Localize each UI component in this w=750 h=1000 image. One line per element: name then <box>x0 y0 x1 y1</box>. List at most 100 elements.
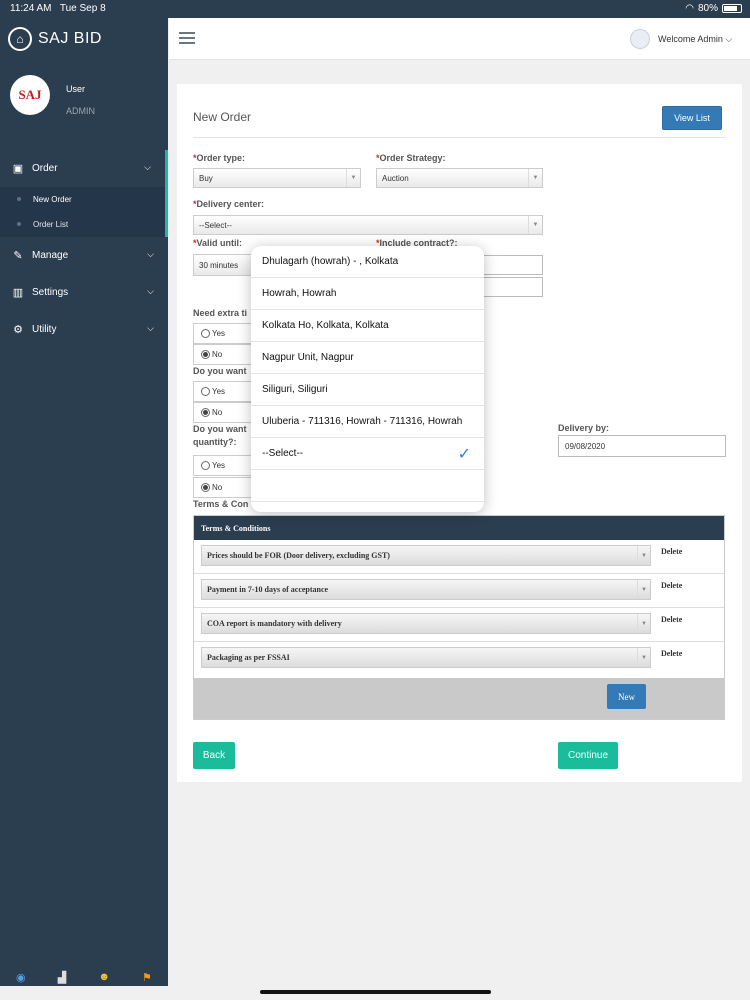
radio-icon <box>201 329 210 338</box>
dropdown-option[interactable]: Siliguri, Siliguri <box>251 374 484 406</box>
briefcase-icon: ▣ <box>12 163 24 175</box>
divider <box>193 137 726 138</box>
gear-icon: ⚙ <box>13 324 23 336</box>
need-extra-yes-radio[interactable]: Yes <box>193 323 253 344</box>
order-type-label: *Order type: <box>193 153 246 163</box>
term-text: Payment in 7-10 days of acceptance <box>207 585 329 594</box>
sidebar-item-label: Manage <box>32 250 69 261</box>
radio-icon <box>201 387 210 396</box>
radio-label: No <box>212 408 223 417</box>
eye-icon[interactable]: ◉ <box>16 971 26 984</box>
battery-icon <box>722 4 742 13</box>
term-select[interactable]: COA report is mandatory with delivery ▼ <box>201 613 651 634</box>
home-indicator[interactable] <box>260 990 491 994</box>
emoji-icon[interactable]: ☻ <box>98 971 110 983</box>
admin-avatar[interactable] <box>630 29 650 49</box>
sidebar-item-label: Settings <box>32 287 69 298</box>
new-term-button[interactable]: New <box>607 684 646 709</box>
valid-until-label: *Valid until: <box>193 238 243 248</box>
order-type-select[interactable]: Buy ▼ <box>193 168 361 188</box>
do-you-want-no-radio[interactable]: No <box>193 402 253 423</box>
radio-label: Yes <box>212 329 226 338</box>
label-text: Valid until: <box>196 238 243 248</box>
user-role: ADMIN <box>66 106 95 116</box>
delete-link[interactable]: Delete <box>661 649 682 658</box>
welcome-admin-dropdown[interactable]: Welcome Admin ⌵ <box>658 34 732 45</box>
avatar-logo-text: SAJ <box>18 87 42 102</box>
menu-toggle-icon[interactable] <box>179 32 195 44</box>
do-you-want-quantity-label: Do you want quantity?: <box>193 424 247 447</box>
dropdown-option[interactable]: Kolkata Ho, Kolkata, Kolkata <box>251 310 484 342</box>
brand[interactable]: ⌂ SAJ BID <box>8 27 102 51</box>
need-extra-no-radio[interactable]: No <box>193 344 253 365</box>
term-select[interactable]: Payment in 7-10 days of acceptance ▼ <box>201 579 651 600</box>
dropdown-option[interactable]: Uluberia - 711316, Howrah - 711316, Howr… <box>251 406 484 438</box>
radio-label: Yes <box>212 461 226 470</box>
view-list-button[interactable]: View List <box>662 106 722 130</box>
chevron-down-icon: ⌵ <box>147 249 154 259</box>
do-you-want-label: Do you want <box>193 366 247 376</box>
sidebar: ⌂ SAJ BID SAJ User ADMIN ▣ Order ⌵ New O… <box>0 18 168 986</box>
sidebar-item-label: Utility <box>32 324 57 335</box>
order-strategy-label: *Order Strategy: <box>376 153 446 163</box>
include-contract-field-1[interactable] <box>477 255 543 275</box>
dropdown-option[interactable]: Howrah, Howrah <box>251 278 484 310</box>
sidebar-footer: ◉ ▟ ☻ ⚑ <box>0 968 168 986</box>
checkmark-icon: ✓ <box>457 446 471 463</box>
term-row: Packaging as per FSSAI ▼ Delete <box>194 642 724 676</box>
battery-percent: 80% <box>697 3 718 14</box>
radio-checked-icon <box>201 350 210 359</box>
term-text: Prices should be FOR (Door delivery, exc… <box>207 551 390 560</box>
user-name: User <box>66 84 86 94</box>
sidebar-item-settings[interactable]: ▥ Settings ⌵ <box>0 274 168 311</box>
clock: 11:24 AM <box>10 3 52 14</box>
radio-label: No <box>212 483 223 492</box>
delete-link[interactable]: Delete <box>661 581 682 590</box>
home-icon: ⌂ <box>8 27 32 51</box>
toilet-icon[interactable]: ▟ <box>58 971 66 984</box>
do-you-want-yes-radio[interactable]: Yes <box>193 381 253 402</box>
dropdown-option[interactable]: Nagpur Unit, Nagpur <box>251 342 484 374</box>
delete-link[interactable]: Delete <box>661 547 682 556</box>
caret-down-icon: ▼ <box>637 546 650 565</box>
term-row: COA report is mandatory with delivery ▼ D… <box>194 608 724 642</box>
label-text: Delivery center: <box>196 199 265 209</box>
sidebar-item-label: Order <box>32 163 58 174</box>
terms-table: Terms & Conditions Prices should be FOR … <box>193 515 725 720</box>
term-row: Prices should be FOR (Door delivery, exc… <box>194 540 724 574</box>
sidebar-item-order[interactable]: ▣ Order ⌵ <box>0 150 168 187</box>
term-text: Packaging as per FSSAI <box>207 653 290 662</box>
select-value: --Select-- <box>199 220 232 230</box>
delivery-by-date-input[interactable]: 09/08/2020 <box>558 435 726 457</box>
radio-label: No <box>212 350 223 359</box>
sidebar-item-manage[interactable]: ✎ Manage ⌵ <box>0 237 168 274</box>
radio-icon <box>201 461 210 470</box>
term-text: COA report is mandatory with delivery <box>207 619 342 628</box>
sidebar-item-order-list[interactable]: Order List <box>0 212 165 237</box>
term-select[interactable]: Prices should be FOR (Door delivery, exc… <box>201 545 651 566</box>
option-label: --Select-- <box>262 448 304 459</box>
radio-label: Yes <box>212 387 226 396</box>
include-contract-field-2[interactable] <box>477 277 543 297</box>
label-text: Order type: <box>196 153 246 163</box>
dropdown-option-selected[interactable]: --Select-- ✓ <box>251 438 484 470</box>
quantity-yes-radio[interactable]: Yes <box>193 455 253 476</box>
surfer-icon[interactable]: ⚑ <box>142 971 152 984</box>
sidebar-item-utility[interactable]: ⚙ Utility ⌵ <box>0 311 168 348</box>
delivery-center-label: *Delivery center: <box>193 199 265 209</box>
sidebar-item-new-order[interactable]: New Order <box>0 187 165 212</box>
term-select[interactable]: Packaging as per FSSAI ▼ <box>201 647 651 668</box>
continue-button[interactable]: Continue <box>558 742 618 769</box>
delete-link[interactable]: Delete <box>661 615 682 624</box>
delivery-center-select[interactable]: --Select-- ▼ <box>193 215 543 235</box>
dropdown-empty-row <box>251 470 484 502</box>
dropdown-option[interactable]: Dhulagarh (howrah) - , Kolkata <box>251 246 484 278</box>
order-strategy-select[interactable]: Auction ▼ <box>376 168 543 188</box>
quantity-no-radio[interactable]: No <box>193 477 253 498</box>
status-bar: 11:24 AM Tue Sep 8 ◠ 80% <box>0 0 750 18</box>
select-value: Buy <box>199 173 213 183</box>
bar-chart-icon: ▥ <box>12 287 24 299</box>
chevron-down-icon: ⌵ <box>147 286 154 296</box>
terms-header: Terms & Conditions <box>194 516 724 540</box>
back-button[interactable]: Back <box>193 742 235 769</box>
